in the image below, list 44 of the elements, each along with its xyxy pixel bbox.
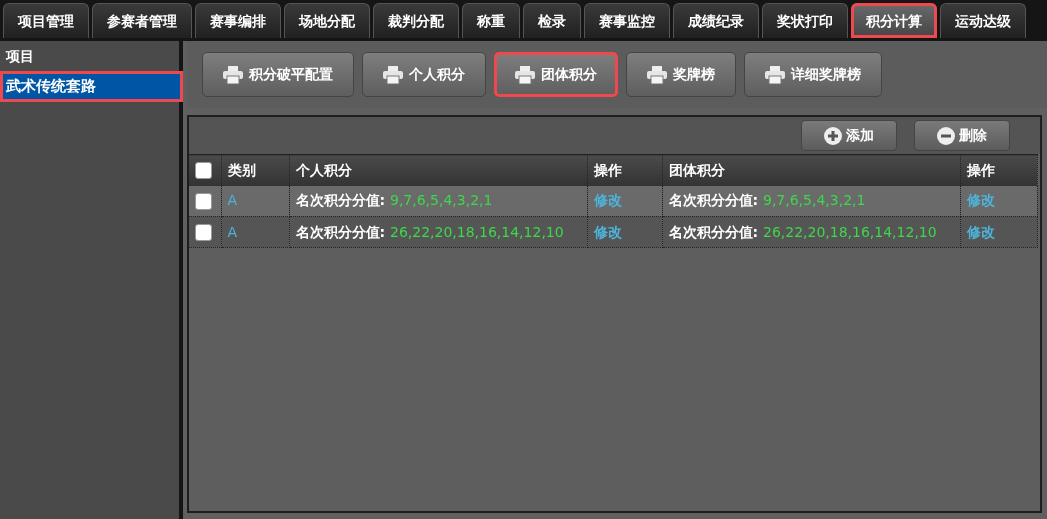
print-button[interactable]: 奖牌榜	[626, 52, 736, 97]
row-checkbox[interactable]	[195, 224, 212, 241]
column-header: 操作	[966, 161, 995, 178]
tab[interactable]: 成绩纪录	[673, 3, 759, 38]
row-checkbox[interactable]	[195, 192, 212, 210]
score-value: 26,22,20,18,16,14,12,10	[763, 223, 937, 240]
select-all-checkbox[interactable]	[195, 162, 212, 180]
add-button[interactable]: 添加	[801, 120, 897, 151]
printer-icon	[765, 65, 785, 84]
tab[interactable]: 裁判分配	[373, 3, 459, 38]
score-label: 名次积分分值:	[668, 192, 759, 209]
column-header: 团体积分	[668, 161, 725, 178]
tab[interactable]: 运动达级	[940, 3, 1026, 38]
tab[interactable]: 赛事监控	[584, 3, 670, 38]
add-icon	[824, 126, 842, 145]
tab[interactable]: 奖状打印	[762, 3, 848, 38]
print-button[interactable]: 详细奖牌榜	[744, 52, 882, 97]
score-value: 9,7,6,5,4,3,2,1	[390, 192, 493, 209]
printer-icon	[223, 65, 243, 84]
printer-icon	[383, 65, 403, 84]
score-label: 名次积分分值:	[295, 192, 386, 209]
tab[interactable]: 积分计算	[851, 3, 937, 38]
score-value: 9,7,6,5,4,3,2,1	[763, 192, 866, 209]
tab[interactable]: 赛事编排	[195, 3, 281, 38]
tab[interactable]: 称重	[462, 3, 520, 38]
printer-icon	[647, 65, 667, 84]
score-label: 名次积分分值:	[668, 223, 759, 240]
sidebar-title: 项目	[4, 47, 35, 66]
print-button[interactable]: 团体积分	[494, 52, 618, 97]
tab[interactable]: 场地分配	[284, 3, 370, 38]
remove-icon	[937, 126, 955, 145]
score-label: 名次积分分值:	[295, 223, 386, 240]
remove-button[interactable]: 删除	[914, 120, 1010, 151]
print-button[interactable]: 积分破平配置	[202, 52, 354, 97]
score-value: 26,22,20,18,16,14,12,10	[390, 223, 564, 240]
tab[interactable]: 检录	[523, 3, 581, 38]
tab[interactable]: 项目管理	[3, 3, 89, 38]
column-header: 个人积分	[295, 161, 352, 178]
tab[interactable]: 参赛者管理	[92, 3, 192, 38]
column-header: 操作	[593, 161, 622, 178]
sidebar-item[interactable]: 武术传统套路	[0, 71, 183, 102]
column-header: 类别	[227, 161, 256, 178]
print-button[interactable]: 个人积分	[362, 52, 486, 97]
printer-icon	[515, 65, 535, 84]
